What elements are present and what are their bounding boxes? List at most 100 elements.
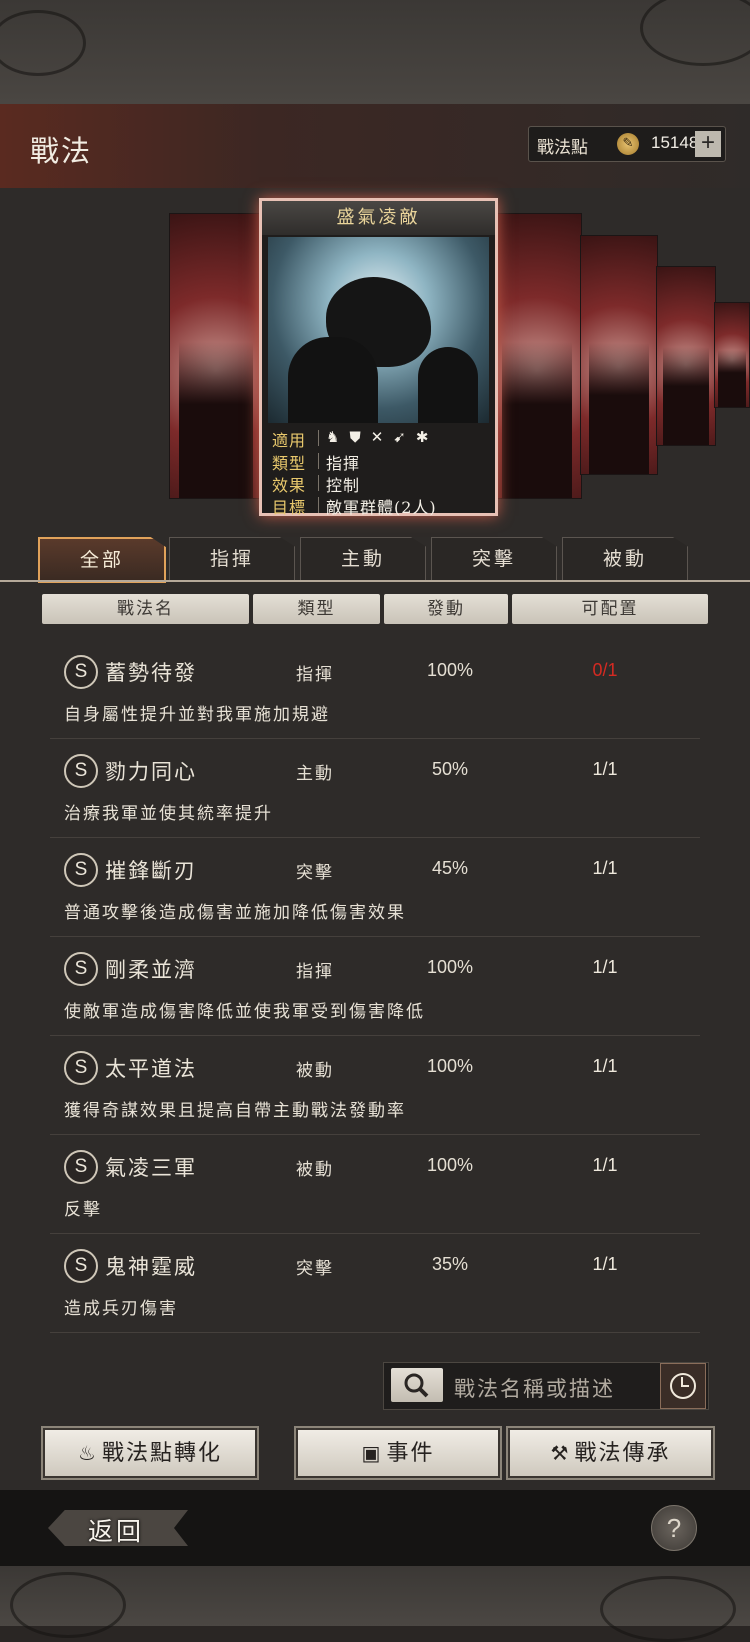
skill-desc: 造成兵刃傷害 [64, 1299, 178, 1319]
skill-points-value: 15148 [651, 133, 699, 152]
skill-rate: 100% [426, 1155, 474, 1175]
event-label: 事件 [386, 1441, 435, 1466]
skill-name: 蓄勢待發 [105, 661, 197, 685]
skill-name: 勠力同心 [105, 760, 197, 784]
event-button[interactable]: ▣ 事件 [296, 1428, 500, 1478]
card-title: 盛氣凌敵 [262, 201, 495, 235]
skill-slots: 0/1 [592, 660, 618, 680]
target-label: 目標 [272, 498, 307, 517]
hammer-icon: ⚒ [550, 1441, 571, 1465]
effect-value: 控制 [326, 476, 361, 495]
search-icon [404, 1373, 429, 1398]
skill-points-box: 戰法點 ✎ 15148 + [528, 126, 726, 162]
skill-row[interactable]: S 蓄勢待發 指揮 100% 0/1 自身屬性提升並對我軍施加規避 [50, 641, 700, 739]
skill-slots: 1/1 [592, 957, 618, 977]
skill-slots: 1/1 [592, 858, 618, 878]
cavalry-icon: ♞ [326, 428, 340, 446]
search-button[interactable] [391, 1368, 443, 1402]
convert-label: 戰法點轉化 [101, 1441, 222, 1466]
flame-icon: ♨ [78, 1441, 98, 1465]
skill-desc: 反擊 [64, 1200, 102, 1220]
skill-type: 被動 [296, 1061, 334, 1081]
tab-active[interactable]: 主動 [300, 537, 426, 581]
skill-desc: 使敵軍造成傷害降低並使我軍受到傷害降低 [64, 1002, 425, 1022]
tab-assault[interactable]: 突擊 [431, 537, 557, 581]
skill-name: 摧鋒斷刃 [105, 859, 197, 883]
page-header: 戰法 戰法點 ✎ 15148 + [0, 104, 750, 191]
grade-badge: S [64, 952, 98, 986]
skill-rate: 100% [426, 660, 474, 680]
history-button[interactable] [660, 1363, 706, 1409]
skill-desc: 治療我軍並使其統率提升 [64, 804, 273, 824]
skill-slots: 1/1 [592, 1056, 618, 1076]
grade-badge: S [64, 1051, 98, 1085]
skill-type: 指揮 [296, 962, 334, 982]
carousel-card-right-2[interactable] [580, 235, 658, 475]
column-header-type[interactable]: 類型 [253, 594, 380, 624]
skill-desc: 普通攻擊後造成傷害並施加降低傷害效果 [64, 903, 406, 923]
card-target-row: 目標 敵軍群體(2人) [268, 494, 489, 517]
skill-name: 太平道法 [105, 1057, 197, 1081]
card-effect-row: 效果 控制 [268, 472, 489, 495]
skill-type: 被動 [296, 1160, 334, 1180]
grade-badge: S [64, 1249, 98, 1283]
target-value: 敵軍群體(2人) [326, 498, 437, 517]
tab-all[interactable]: 全部 [38, 537, 166, 583]
tab-command[interactable]: 指揮 [169, 537, 295, 581]
chariot-icon: ✱ [415, 428, 429, 446]
skill-row[interactable]: S 氣凌三軍 被動 100% 1/1 反擊 [50, 1136, 700, 1234]
skill-type: 突擊 [296, 1259, 334, 1279]
skill-slots: 1/1 [592, 1155, 618, 1175]
footer-bar: 返回 ? [0, 1490, 750, 1566]
top-decor-band [0, 0, 750, 104]
applicable-label: 適用 [272, 431, 307, 450]
skill-slots: 1/1 [592, 759, 618, 779]
skill-row[interactable]: S 太平道法 被動 100% 1/1 獲得奇謀效果且提高自帶主動戰法發動率 [50, 1037, 700, 1135]
skill-desc: 自身屬性提升並對我軍施加規避 [64, 705, 330, 725]
help-button[interactable]: ? [651, 1505, 697, 1551]
grade-badge: S [64, 1150, 98, 1184]
carousel-card-right-3[interactable] [656, 266, 716, 446]
skill-type: 主動 [296, 764, 334, 784]
page-title: 戰法 [30, 134, 93, 168]
skill-row[interactable]: S 勠力同心 主動 50% 1/1 治療我軍並使其統率提升 [50, 740, 700, 838]
search-bar: 戰法名稱或描述 [383, 1362, 709, 1410]
alert-icon: ▣ [361, 1441, 383, 1465]
convert-points-button[interactable]: ♨ 戰法點轉化 [43, 1428, 257, 1478]
skill-row[interactable]: S 剛柔並濟 指揮 100% 1/1 使敵軍造成傷害降低並使我軍受到傷害降低 [50, 938, 700, 1036]
carousel-card-right-1[interactable] [492, 213, 582, 499]
shield-icon: ⛊ [349, 428, 361, 446]
skill-row[interactable]: S 鬼神霆威 突擊 35% 1/1 造成兵刃傷害 [50, 1235, 700, 1333]
card-applicable-row: 適用 ♞ ⛊ ✕ ➹ ✱ [268, 427, 489, 450]
grade-badge: S [64, 853, 98, 887]
inherit-button[interactable]: ⚒ 戰法傳承 [508, 1428, 713, 1478]
search-input[interactable]: 戰法名稱或描述 [454, 1373, 615, 1403]
filter-tabs: 全部 指揮 主動 突擊 被動 [38, 537, 693, 583]
card-type-row: 類型 指揮 [268, 450, 489, 473]
skill-rate: 50% [431, 759, 469, 779]
skill-type: 突擊 [296, 863, 334, 883]
type-label: 類型 [272, 454, 307, 473]
spear-icon: ➹ [393, 428, 406, 446]
skill-name: 剛柔並濟 [105, 958, 197, 982]
skill-name: 鬼神霆威 [105, 1255, 197, 1279]
tab-passive[interactable]: 被動 [562, 537, 688, 581]
back-button[interactable]: 返回 [48, 1508, 188, 1548]
selected-skill-card[interactable]: 盛氣凌敵 適用 ♞ ⛊ ✕ ➹ ✱ 類型 指揮 效果 控制 目標 敵軍群體(2人… [259, 198, 498, 517]
grade-badge: S [64, 655, 98, 689]
grade-badge: S [64, 754, 98, 788]
tabs-divider [0, 580, 750, 582]
skill-point-coin-icon: ✎ [617, 133, 639, 155]
bottom-decor-band [0, 1566, 750, 1642]
skill-slots: 1/1 [592, 1254, 618, 1274]
add-skill-points-button[interactable]: + [695, 131, 721, 157]
skill-row[interactable]: S 摧鋒斷刃 突擊 45% 1/1 普通攻擊後造成傷害並施加降低傷害效果 [50, 839, 700, 937]
column-header-name[interactable]: 戰法名 [42, 594, 249, 624]
carousel-card-left[interactable] [169, 213, 263, 499]
crossbow-icon: ✕ [370, 428, 384, 446]
skill-desc: 獲得奇謀效果且提高自帶主動戰法發動率 [64, 1101, 406, 1121]
carousel-card-right-4[interactable] [714, 302, 750, 408]
skill-rate: 100% [426, 1056, 474, 1076]
column-header-rate[interactable]: 發動 [384, 594, 508, 624]
column-header-slots[interactable]: 可配置 [512, 594, 708, 624]
